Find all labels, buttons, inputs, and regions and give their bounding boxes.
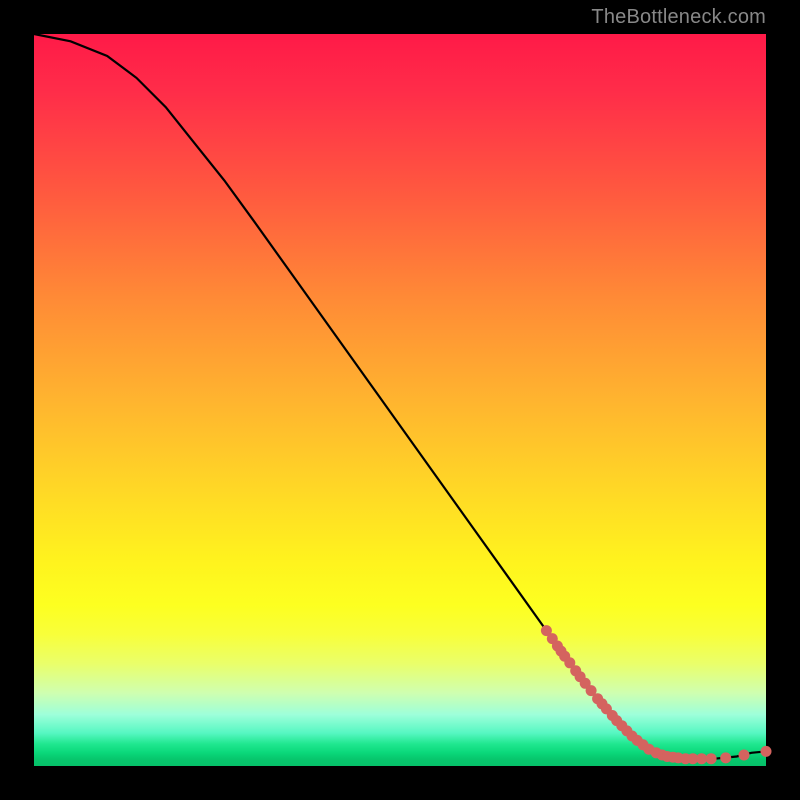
data-point xyxy=(739,750,750,761)
scatter-group xyxy=(541,625,772,764)
bottleneck-curve xyxy=(34,34,766,759)
data-point xyxy=(761,746,772,757)
chart-svg xyxy=(34,34,766,766)
chart-plot-area xyxy=(34,34,766,766)
attribution-label: TheBottleneck.com xyxy=(591,6,766,29)
data-point xyxy=(720,752,731,763)
data-point xyxy=(706,753,717,764)
data-point xyxy=(696,753,707,764)
